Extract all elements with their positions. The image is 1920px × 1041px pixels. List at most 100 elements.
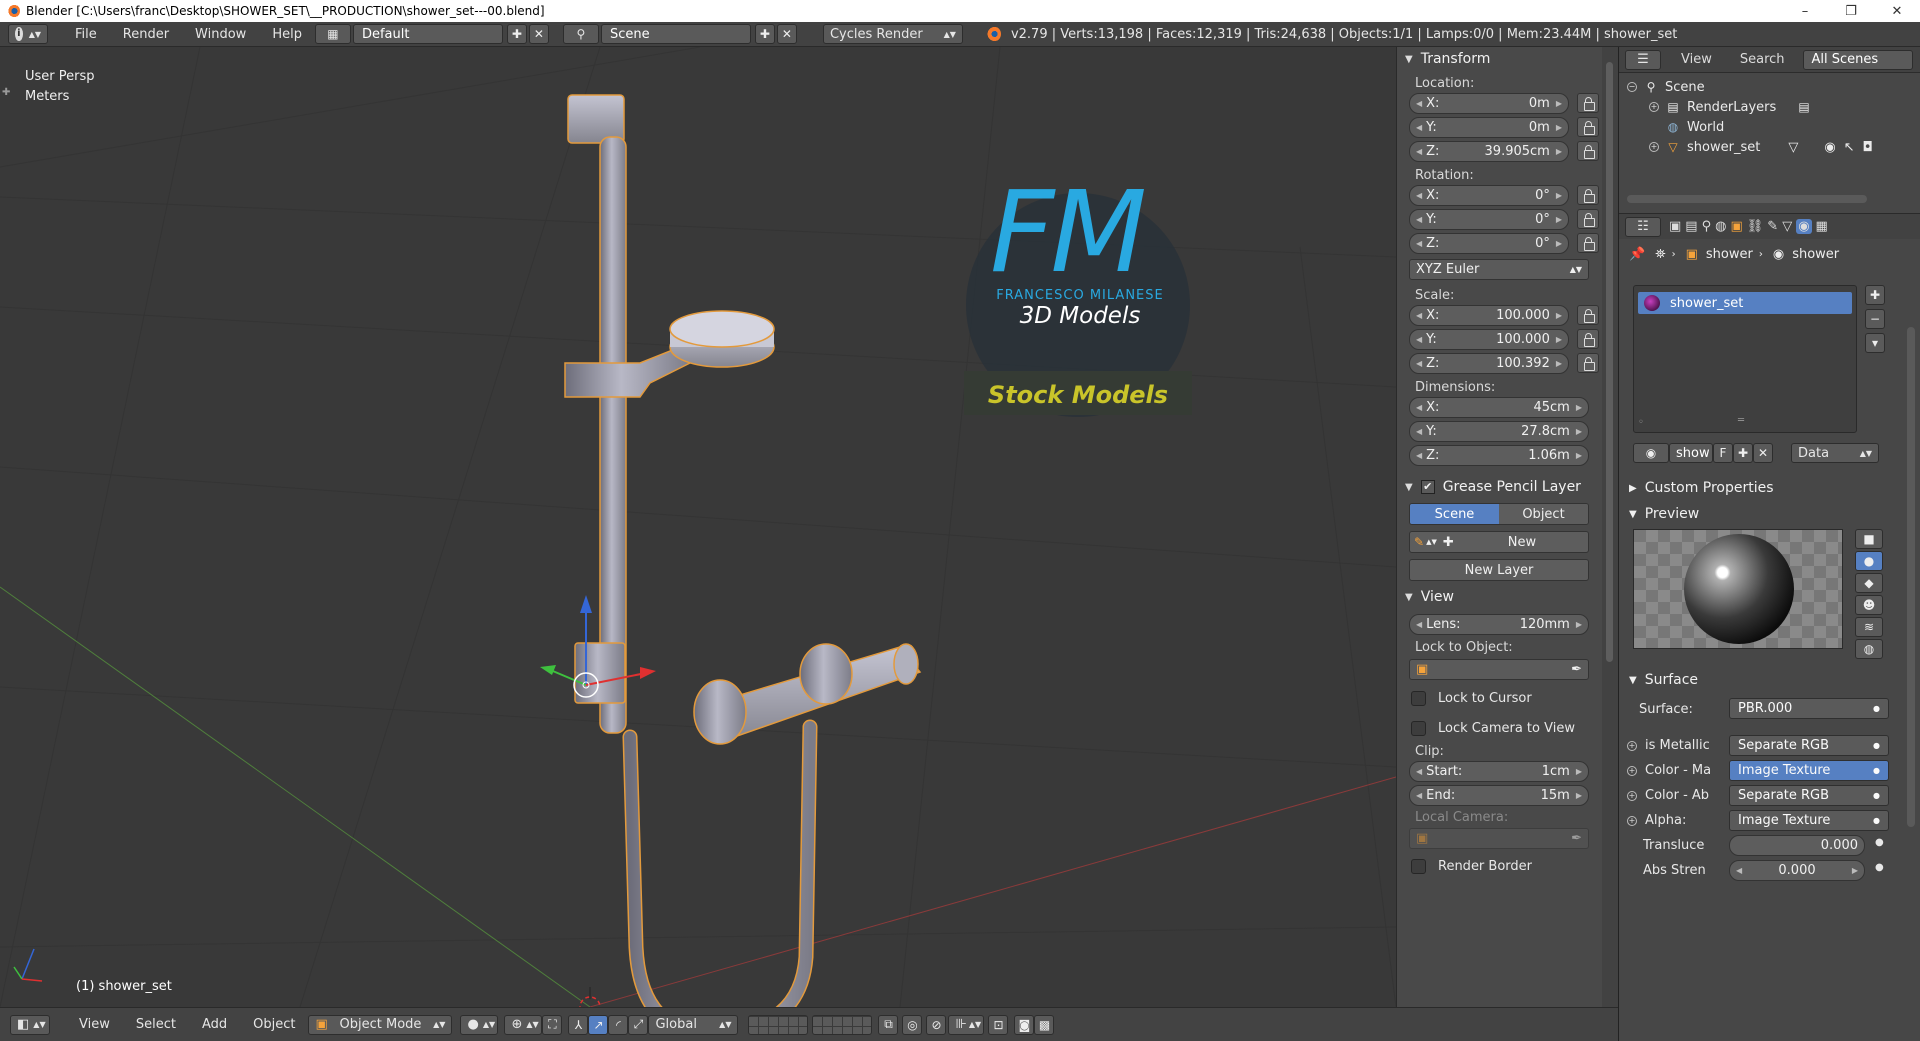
- input-node-button[interactable]: Image Texture ●: [1729, 810, 1889, 831]
- rotation-z-field[interactable]: ◀ Z: 0° ▶: [1409, 232, 1569, 254]
- eyedropper-icon[interactable]: ✒: [1571, 662, 1582, 677]
- fake-user-toggle[interactable]: F: [1713, 443, 1733, 463]
- local-camera-field[interactable]: ▣ ✒: [1409, 827, 1589, 849]
- lock-icon[interactable]: [1577, 233, 1599, 253]
- location-x-field[interactable]: ◀ X: 0m ▶: [1409, 92, 1569, 114]
- expand-icon[interactable]: +: [1627, 790, 1637, 801]
- layer-buttons-group-2[interactable]: [812, 1014, 873, 1035]
- menu-file[interactable]: File: [62, 27, 110, 42]
- grease-pencil-panel-header[interactable]: ▼ ✔ Grease Pencil Layer: [1397, 475, 1602, 499]
- lock-to-cursor-checkbox[interactable]: [1411, 690, 1426, 706]
- snap-toggle-icon[interactable]: ⊘: [926, 1014, 947, 1035]
- expand-icon[interactable]: +: [1627, 740, 1637, 751]
- render-layers-tab-icon[interactable]: ▤: [1685, 219, 1697, 234]
- snap-element-dropdown[interactable]: ⊪ ▲▼: [948, 1014, 985, 1035]
- scene-icon-button[interactable]: ⚲: [562, 24, 599, 44]
- preview-hair-icon[interactable]: ≋: [1855, 617, 1883, 637]
- expand-icon[interactable]: +: [1649, 142, 1659, 152]
- material-tab-icon[interactable]: ◉: [1796, 219, 1812, 234]
- preview-header[interactable]: ▼ Preview: [1619, 501, 1920, 527]
- editor-type-3d-view-button[interactable]: ◧ ▲▼: [10, 1014, 50, 1035]
- abs-strength-field[interactable]: ◀ 0.000 ▶: [1729, 860, 1865, 881]
- pivot-point-dropdown[interactable]: ⊕ ▲▼: [504, 1014, 543, 1035]
- material-slot-item[interactable]: shower_set: [1638, 292, 1852, 314]
- new-grease-pencil-button[interactable]: ✎ ▲▼ ✚ New: [1409, 531, 1589, 553]
- preview-sphere-icon[interactable]: ●: [1855, 551, 1883, 571]
- render-camera-icon[interactable]: ◘: [1863, 140, 1873, 155]
- menu-object[interactable]: Object: [240, 1017, 308, 1032]
- menu-select[interactable]: Select: [123, 1017, 189, 1032]
- 3d-viewport[interactable]: FM FRANCESCO MILANESE 3D Models Stock Mo…: [0, 47, 1396, 1007]
- input-node-button[interactable]: Separate RGB ●: [1729, 785, 1889, 806]
- pin-icon[interactable]: 📌: [1629, 247, 1645, 262]
- eye-icon[interactable]: ◉: [1824, 140, 1835, 155]
- lock-icon[interactable]: [1577, 117, 1599, 137]
- close-button[interactable]: ✕: [1874, 0, 1920, 22]
- outliner-display-filter[interactable]: All Scenes: [1802, 49, 1913, 70]
- scale-z-field[interactable]: ◀ Z: 100.392 ▶: [1409, 352, 1569, 374]
- lock-icon[interactable]: [1577, 353, 1599, 373]
- render-tab-icon[interactable]: ▣: [1669, 219, 1681, 234]
- outliner-view-menu[interactable]: View: [1681, 52, 1712, 67]
- lock-icon[interactable]: [1577, 141, 1599, 161]
- socket-icon[interactable]: ●: [1875, 837, 1884, 848]
- lock-icon[interactable]: [1577, 209, 1599, 229]
- world-tab-icon[interactable]: ◍: [1715, 219, 1726, 234]
- rotation-y-field[interactable]: ◀ Y: 0° ▶: [1409, 208, 1569, 230]
- scale-manipulator-icon[interactable]: ⤢: [628, 1014, 649, 1035]
- material-name-field[interactable]: show: [1669, 443, 1713, 463]
- opengl-render-animation-icon[interactable]: ▩: [1034, 1014, 1055, 1035]
- mode-dropdown[interactable]: ▣ Object Mode ▲▼: [308, 1014, 453, 1035]
- preview-monkey-icon[interactable]: ☻: [1855, 595, 1883, 615]
- transform-panel-header[interactable]: ▼ Transform: [1397, 47, 1602, 71]
- input-node-button[interactable]: Image Texture ●: [1729, 760, 1889, 781]
- material-link-dropdown[interactable]: Data ▲▼: [1791, 443, 1879, 463]
- viewport-shading-dropdown[interactable]: ● ▲▼: [460, 1014, 499, 1035]
- properties-editor-type-button[interactable]: ☷: [1625, 216, 1661, 237]
- lock-icon[interactable]: [1577, 305, 1599, 325]
- lock-icon[interactable]: [1577, 329, 1599, 349]
- grease-pencil-enable-checkbox[interactable]: ✔: [1420, 480, 1435, 494]
- editor-type-info-button[interactable]: i ▲▼: [8, 24, 48, 44]
- menu-render[interactable]: Render: [110, 27, 182, 42]
- proportional-edit-icon[interactable]: ◎: [902, 1014, 923, 1035]
- menu-help[interactable]: Help: [259, 27, 315, 42]
- transform-orientation-dropdown[interactable]: Global ▲▼: [648, 1014, 739, 1035]
- scale-x-field[interactable]: ◀ X: 100.000 ▶: [1409, 304, 1569, 326]
- scene-field[interactable]: Scene: [600, 24, 751, 44]
- menu-add[interactable]: Add: [189, 1017, 240, 1032]
- cursor-arrow-icon[interactable]: ↖: [1844, 140, 1855, 155]
- preview-cube-icon[interactable]: ◆: [1855, 573, 1883, 593]
- new-material-icon[interactable]: ✚: [1733, 443, 1753, 463]
- expand-icon[interactable]: +: [1649, 102, 1659, 112]
- clip-start-field[interactable]: ◀ Start: 1cm ▶: [1409, 760, 1589, 782]
- expand-icon[interactable]: +: [1627, 815, 1637, 826]
- tree-row-shower-set[interactable]: + ▽ shower_set ▽ ◉ ↖ ◘: [1627, 137, 1920, 157]
- dimensions-z-field[interactable]: ◀ Z: 1.06m ▶: [1409, 444, 1589, 466]
- remove-screen-icon[interactable]: ✕: [528, 24, 549, 44]
- menu-view[interactable]: View: [66, 1017, 123, 1032]
- lock-layers-icon[interactable]: ⧉: [878, 1014, 899, 1035]
- tree-row-renderlayers[interactable]: + ▤ RenderLayers ▤: [1627, 97, 1920, 117]
- layer-buttons-group-1[interactable]: [748, 1014, 809, 1035]
- view-panel-header[interactable]: ▼ View: [1397, 585, 1602, 609]
- preview-flat-icon[interactable]: ■: [1855, 529, 1883, 549]
- rotation-x-field[interactable]: ◀ X: 0° ▶: [1409, 184, 1569, 206]
- unlink-material-icon[interactable]: ✕: [1753, 443, 1773, 463]
- location-y-field[interactable]: ◀ Y: 0m ▶: [1409, 116, 1569, 138]
- data-tab-icon[interactable]: ▽: [1782, 219, 1792, 234]
- lock-camera-row[interactable]: Lock Camera to View: [1397, 713, 1602, 743]
- constraints-tab-icon[interactable]: ⛓: [1747, 219, 1764, 234]
- menu-window[interactable]: Window: [182, 27, 259, 42]
- renderlayer-toggle-icon[interactable]: ▤: [1798, 100, 1809, 114]
- eyedropper-icon[interactable]: ✒: [1571, 831, 1582, 846]
- remove-scene-icon[interactable]: ✕: [776, 24, 797, 44]
- dimensions-y-field[interactable]: ◀ Y: 27.8cm ▶: [1409, 420, 1589, 442]
- tree-row-scene[interactable]: − ⚲ Scene: [1627, 77, 1920, 97]
- scale-y-field[interactable]: ◀ Y: 100.000 ▶: [1409, 328, 1569, 350]
- lock-camera-checkbox[interactable]: [1411, 720, 1426, 736]
- lock-icon[interactable]: [1577, 185, 1599, 205]
- outliner-search-menu[interactable]: Search: [1740, 52, 1785, 67]
- scrollbar-thumb[interactable]: [1606, 62, 1613, 662]
- browse-material-button[interactable]: ◉: [1633, 443, 1669, 463]
